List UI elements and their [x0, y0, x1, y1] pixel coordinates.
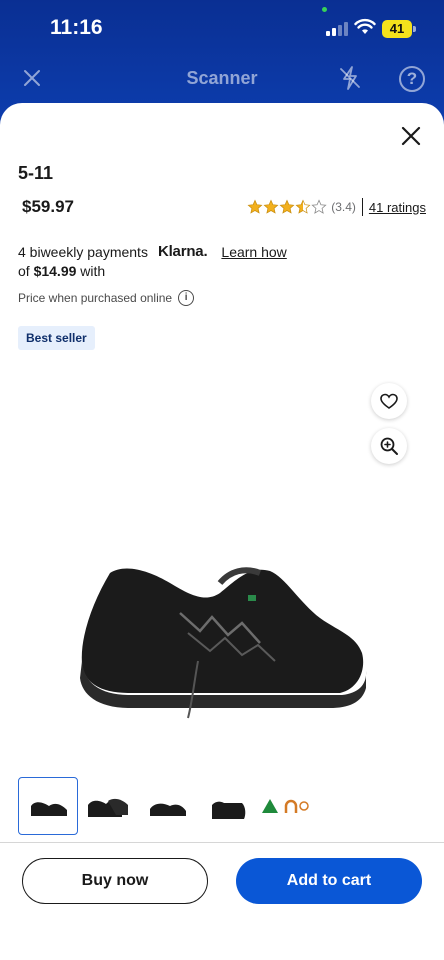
rating-stars — [247, 199, 327, 215]
klarna-text: 4 biweekly payments — [18, 243, 148, 260]
product-brand: 5-11 — [18, 163, 54, 183]
zoom-in-icon — [380, 437, 398, 455]
battery-icon: 41 — [382, 20, 416, 38]
zoom-button[interactable] — [371, 428, 407, 464]
klarna-promo: 4 biweekly payments Klarna. Learn how — [18, 243, 287, 260]
star-half-icon — [295, 199, 311, 214]
favorite-button[interactable] — [371, 383, 407, 419]
thumbnail-strip — [18, 777, 318, 835]
top-header: 11:16 41 Scanner ? — [0, 0, 444, 120]
info-icon[interactable]: i — [178, 290, 195, 306]
product-image — [80, 567, 367, 719]
page-title: Scanner — [186, 68, 258, 88]
star-full-icon — [279, 199, 295, 214]
buy-now-button[interactable]: Buy now — [22, 858, 208, 904]
rating-value: (3.4) — [331, 200, 356, 214]
product-sheet: 5-11 $59.97 (3.4) 41 ratings 4 biweekly … — [0, 103, 444, 960]
klarna-amount-line: of $14.99 with — [18, 263, 105, 279]
thumbnail-4[interactable] — [198, 777, 258, 835]
add-to-cart-button[interactable]: Add to cart — [236, 858, 422, 904]
ratings-count-link[interactable]: 41 ratings — [369, 200, 426, 215]
thumbnail-5-certification[interactable] — [258, 777, 318, 835]
wifi-icon — [354, 18, 376, 34]
klarna-suffix: with — [76, 263, 106, 279]
klarna-prefix: of — [18, 263, 34, 279]
product-price: $59.97 — [22, 197, 74, 216]
flash-off-icon[interactable] — [338, 64, 362, 92]
close-icon[interactable] — [400, 125, 422, 147]
klarna-amount: $14.99 — [33, 263, 77, 279]
price-note-text: Price when purchased online — [18, 291, 173, 305]
cellular-signal-icon — [326, 22, 348, 36]
thumbnail-2[interactable] — [78, 777, 138, 835]
star-full-icon — [263, 199, 279, 214]
heart-icon — [380, 393, 398, 409]
klarna-logo: Klarna. — [157, 243, 208, 260]
status-time: 11:16 — [50, 16, 103, 39]
best-seller-badge: Best seller — [18, 326, 95, 350]
thumbnail-3[interactable] — [138, 777, 198, 835]
privacy-indicator — [322, 7, 327, 12]
price-note: Price when purchased online i — [18, 290, 195, 306]
rating-divider — [361, 198, 363, 216]
product-rating[interactable]: (3.4) 41 ratings — [247, 197, 426, 217]
star-full-icon — [247, 199, 263, 214]
klarna-learn-link[interactable]: Learn how — [221, 244, 286, 260]
divider — [0, 842, 444, 843]
thumbnail-1[interactable] — [18, 777, 78, 835]
help-icon[interactable]: ? — [399, 66, 425, 92]
star-empty-icon — [311, 199, 327, 214]
battery-level: 41 — [382, 20, 412, 38]
